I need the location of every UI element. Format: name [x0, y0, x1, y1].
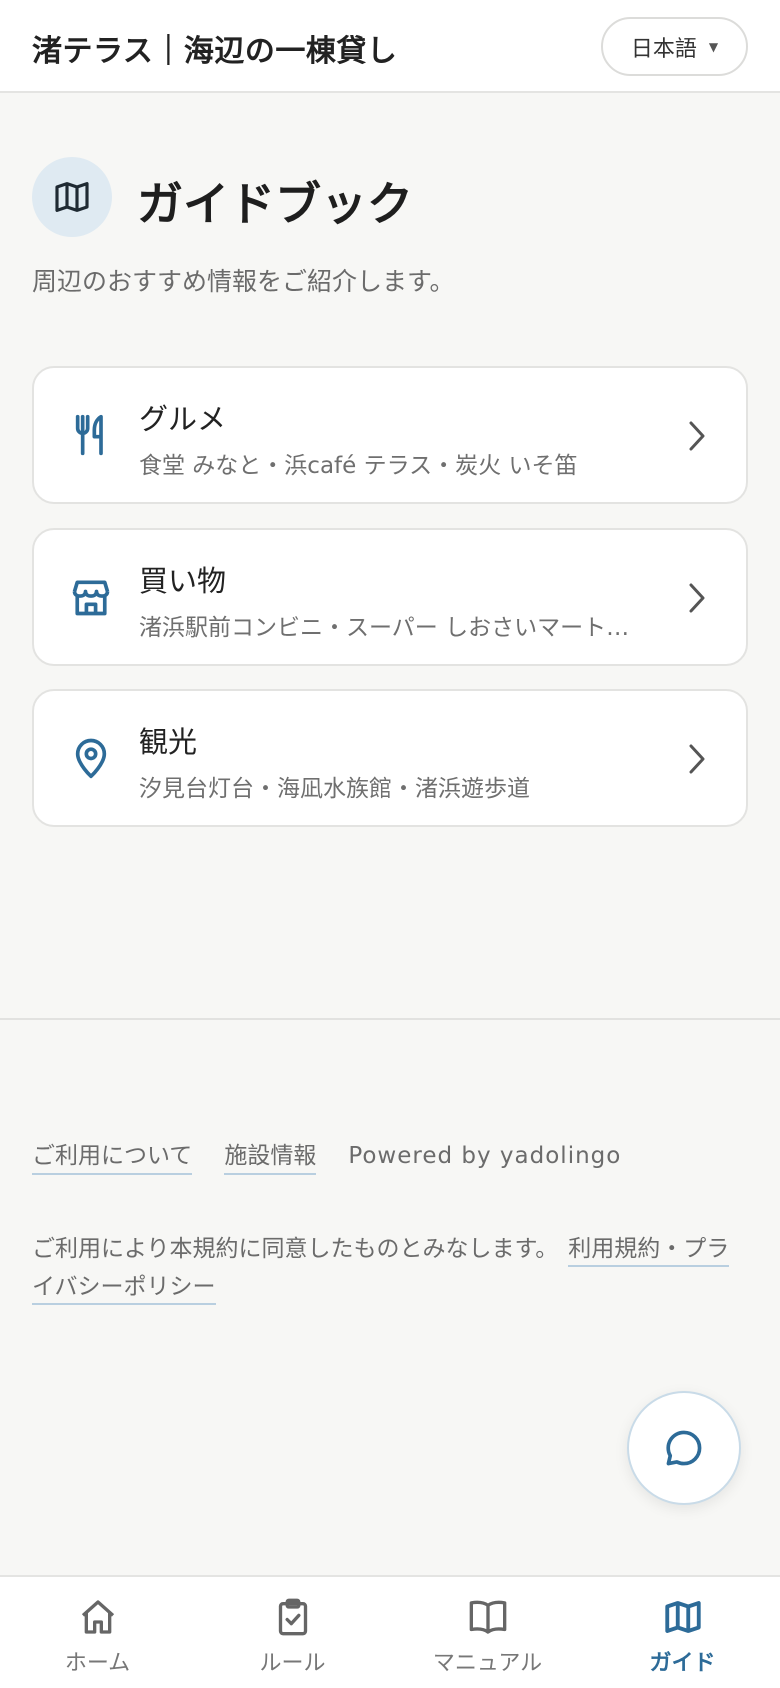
category-card-shopping[interactable]: 買い物 渚浜駅前コンビニ・スーパー しおさいマート…: [32, 528, 748, 666]
footer-divider: [0, 1018, 780, 1020]
terms-agreement-text: ご利用により本規約に同意したものとみなします。: [32, 1236, 559, 1262]
nav-item-home[interactable]: ホーム: [0, 1577, 195, 1688]
footer-link-facility[interactable]: 施設情報: [224, 1136, 317, 1175]
chevron-right-icon: [689, 421, 705, 451]
map-icon: [32, 157, 112, 237]
card-description: 食堂 みなと・浜café テラス・炭火 いそ笛: [139, 453, 578, 479]
map-pin-icon: [68, 735, 114, 781]
chevron-right-icon: [689, 583, 705, 613]
category-card-sightseeing[interactable]: 観光 汐見台灯台・海凪水族館・渚浜遊歩道: [32, 689, 748, 827]
bottom-navigation: ホーム ルール マニュアル ガイド: [0, 1575, 780, 1688]
page-title: ガイドブック: [137, 177, 413, 231]
book-icon: [466, 1595, 510, 1639]
card-title: グルメ: [139, 402, 227, 436]
nav-label: ルール: [259, 1651, 326, 1676]
clipboard-check-icon: [271, 1595, 315, 1639]
app-header: 渚テラス｜海辺の一棟貸し 日本語 ▼: [0, 0, 780, 93]
chevron-right-icon: [689, 744, 705, 774]
page-subtitle: 周辺のおすすめ情報をご紹介します。: [32, 267, 455, 296]
nav-label: ホーム: [64, 1651, 131, 1676]
fork-knife-icon: [68, 412, 114, 458]
card-description: 汐見台灯台・海凪水族館・渚浜遊歩道: [139, 776, 530, 802]
category-card-gourmet[interactable]: グルメ 食堂 みなと・浜café テラス・炭火 いそ笛: [32, 366, 748, 504]
footer-link-usage[interactable]: ご利用について: [32, 1136, 193, 1175]
footer-links: ご利用について 施設情報 Powered by yadolingo: [32, 1136, 621, 1175]
language-label: 日本語: [630, 36, 697, 62]
nav-item-guide[interactable]: ガイド: [585, 1577, 780, 1688]
store-icon: [68, 574, 114, 620]
nav-label: マニュアル: [432, 1651, 543, 1676]
nav-item-rules[interactable]: ルール: [195, 1577, 390, 1688]
chat-bubble-icon: [666, 1430, 702, 1466]
language-select[interactable]: 日本語 ▼: [601, 17, 748, 76]
map-icon: [661, 1595, 705, 1639]
card-title: 買い物: [139, 564, 227, 598]
card-title: 観光: [139, 725, 198, 759]
nav-item-manual[interactable]: マニュアル: [390, 1577, 585, 1688]
powered-by-text: Powered by yadolingo: [348, 1143, 622, 1169]
nav-label: ガイド: [649, 1651, 716, 1676]
site-title: 渚テラス｜海辺の一棟貸し: [32, 34, 398, 69]
footer-note: ご利用により本規約に同意したものとみなします。 利用規約・プライバシーポリシー: [32, 1230, 748, 1306]
chat-button[interactable]: [627, 1391, 741, 1505]
caret-down-icon: ▼: [708, 39, 719, 54]
home-icon: [76, 1595, 120, 1639]
card-description: 渚浜駅前コンビニ・スーパー しおさいマート…: [139, 615, 630, 641]
